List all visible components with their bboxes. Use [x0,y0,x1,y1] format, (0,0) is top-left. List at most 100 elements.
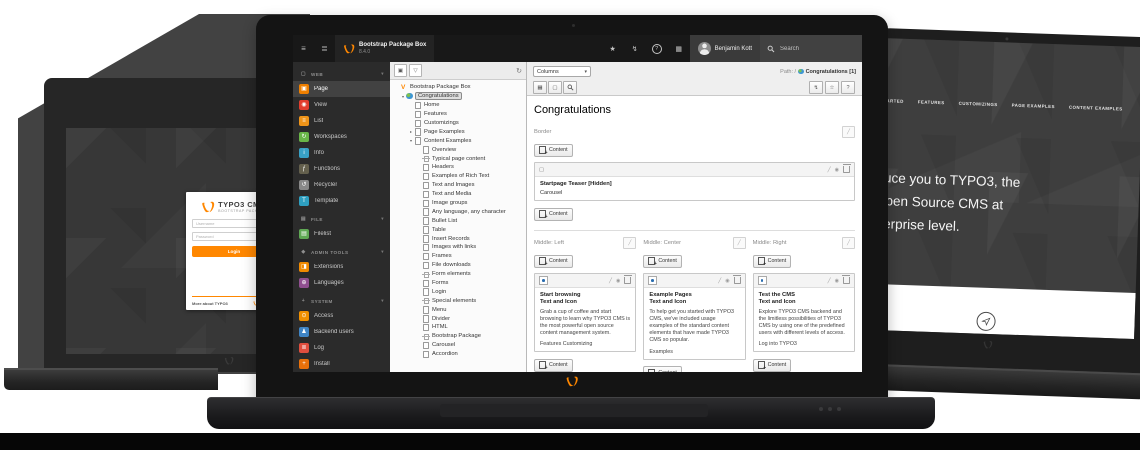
modules-grid-icon[interactable] [668,35,690,62]
tree-item[interactable]: Text and Media [392,190,524,199]
edit-column-icon[interactable] [623,237,636,249]
delete-icon[interactable] [734,277,741,284]
edit-column-icon[interactable] [733,237,746,249]
tree-item[interactable]: Menu [392,305,524,314]
content-element-header[interactable] [754,274,854,288]
module-menu-entry[interactable]: ⊙ Access [293,308,390,324]
tree-item[interactable]: Accordion [392,350,524,359]
add-content-button[interactable]: Content [534,359,573,372]
visibility-icon[interactable] [725,278,729,284]
tree-item[interactable]: Bullet List [392,216,524,225]
site-nav-item[interactable]: FEATURES [918,99,945,105]
help-icon[interactable] [841,81,855,94]
clear-cache-icon[interactable] [624,35,646,62]
tree-item[interactable]: Examples of Rich Text [392,172,524,181]
module-menu-entry[interactable]: ◆ ADMIN TOOLS [293,245,390,259]
bookmark-icon[interactable] [602,35,624,62]
edit-icon[interactable] [828,167,831,173]
module-menu-entry[interactable]: ƒ Functions [293,161,390,177]
module-menu-entry[interactable]: ◉ View [293,97,390,113]
user-menu[interactable]: Benjamin Kott [690,35,760,62]
content-element-header[interactable] [535,274,635,288]
tree-item[interactable]: Typical page content [392,154,524,163]
tree-item[interactable]: Frames [392,252,524,261]
tree-item[interactable]: Any language, any character [392,207,524,216]
tree-item[interactable]: ▾ Congratulations [392,92,524,101]
tree-item[interactable]: Image groups [392,199,524,208]
module-menu-entry[interactable]: ▢ WEB [293,67,390,81]
backend-logo-block[interactable]: Bootstrap Package Box 8.4.0 [335,35,434,62]
content-element-links[interactable]: Features Customizing [540,341,630,347]
more-about-typo3-link[interactable]: More about TYPO3 [192,301,228,306]
module-menu-entry[interactable]: ↻ Workspaces [293,129,390,145]
page-view-icon[interactable] [548,81,562,94]
filter-icon[interactable] [409,64,422,77]
add-content-button[interactable]: Content [534,255,573,268]
module-menu-entry[interactable]: ⊕ Languages [293,275,390,291]
module-menu-entry[interactable]: ≡ List [293,113,390,129]
new-page-icon[interactable] [394,64,407,77]
add-content-button[interactable]: Content [643,255,682,268]
module-menu-entry[interactable]: ↺ Recycler [293,177,390,193]
delete-icon[interactable] [843,277,850,284]
tree-item[interactable]: Text and Images [392,181,524,190]
add-content-button[interactable]: Content [753,255,792,268]
add-content-button[interactable]: Content [534,208,573,221]
tree-item[interactable]: Insert Records [392,234,524,243]
module-menu-entry[interactable]: ≣ Log [293,340,390,356]
navigation-toggle-icon[interactable] [314,35,335,62]
module-menu-entry[interactable]: ▤ Filelist [293,226,390,242]
view-mode-select[interactable]: Columns [533,66,591,77]
tree-item[interactable]: Images with links [392,243,524,252]
tree-item[interactable]: File downloads [392,261,524,270]
tree-item[interactable]: Features [392,110,524,119]
add-content-button[interactable]: Content [534,144,573,157]
site-nav-item[interactable]: CUSTOMIZINGS [959,101,998,107]
content-element-links[interactable]: Log into TYPO3 [759,341,849,347]
module-menu-entry[interactable]: ◨ Extensions [293,259,390,275]
tree-item[interactable]: Headers [392,163,524,172]
send-button[interactable] [976,312,996,332]
search-input[interactable] [778,45,844,53]
tree-item[interactable]: Form elements [392,270,524,279]
tree-item[interactable]: Special elements [392,296,524,305]
visibility-icon[interactable] [835,278,839,284]
site-nav-item[interactable]: CONTENT EXAMPLES [1069,105,1123,112]
content-element-header[interactable] [644,274,744,288]
module-menu-entry[interactable]: i Info [293,145,390,161]
tree-item[interactable]: ▾ Content Examples [392,136,524,145]
menu-toggle-icon[interactable] [293,35,314,62]
columns-view-icon[interactable] [533,81,547,94]
bookmark-outline-icon[interactable] [825,81,839,94]
tree-item[interactable]: Home [392,101,524,110]
tree-item[interactable]: Table [392,225,524,234]
content-element-header[interactable] [535,163,854,177]
visibility-icon[interactable] [616,278,620,284]
add-content-button[interactable]: Content [753,359,792,372]
checkbox-icon[interactable] [539,167,544,173]
tree-item[interactable]: Overview [392,145,524,154]
topbar-search[interactable] [760,35,862,62]
tree-item[interactable]: Bootstrap Package [392,332,524,341]
tree-item[interactable]: Customizings [392,119,524,128]
edit-column-icon[interactable] [842,237,855,249]
tree-item[interactable]: Forms [392,279,524,288]
edit-column-icon[interactable] [842,126,855,138]
tree-item[interactable]: Bootstrap Package Box [392,83,524,92]
cache-icon[interactable] [809,81,823,94]
tree-item[interactable]: Login [392,287,524,296]
module-menu-entry[interactable]: T Template [293,193,390,209]
edit-icon[interactable] [828,278,831,284]
module-menu-entry[interactable]: + SYSTEM [293,294,390,308]
tree-item[interactable]: ▸ Page Examples [392,127,524,136]
edit-icon[interactable] [609,278,612,284]
add-content-button[interactable]: Content [643,366,682,372]
tree-item[interactable]: Divider [392,314,524,323]
tree-item[interactable]: HTML [392,323,524,332]
module-menu-entry[interactable]: ▤ FILE [293,212,390,226]
delete-icon[interactable] [624,277,631,284]
content-element-links[interactable]: Examples [649,349,739,355]
refresh-icon[interactable] [516,67,522,75]
delete-icon[interactable] [843,166,850,173]
module-menu-entry[interactable]: ▣ Page [293,81,390,97]
